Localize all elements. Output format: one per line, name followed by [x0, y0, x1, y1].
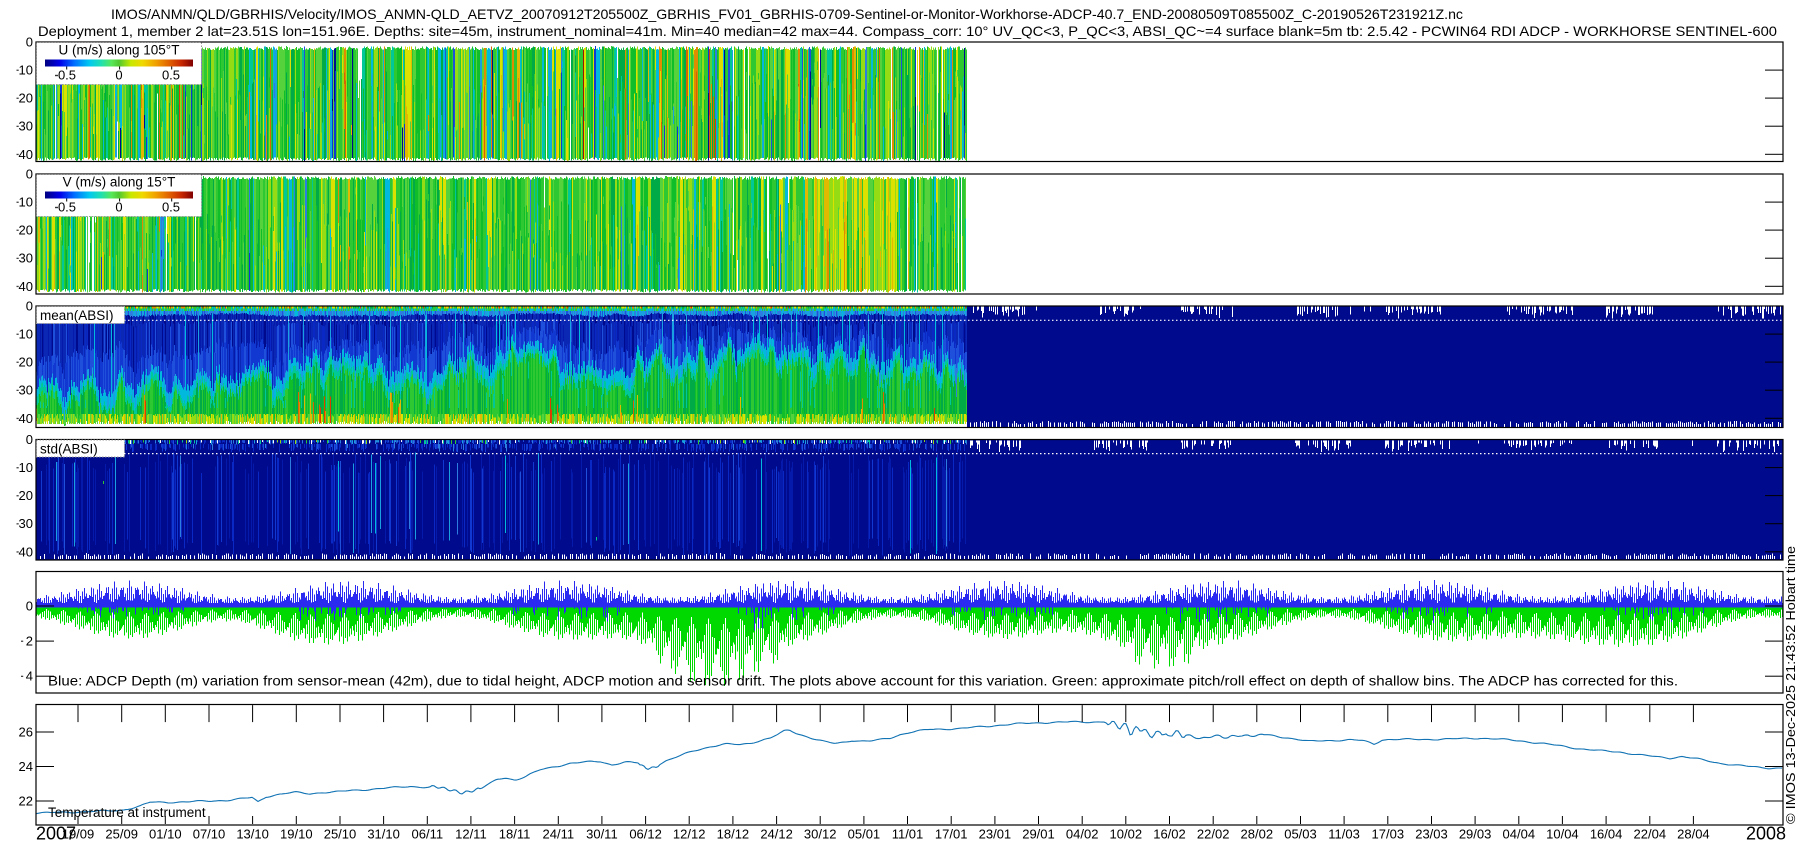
- svg-text:19/10: 19/10: [280, 827, 313, 842]
- svg-text:Temperature at instrument: Temperature at instrument: [48, 805, 206, 820]
- svg-text:0: 0: [115, 200, 122, 215]
- svg-text:10: 10: [19, 195, 33, 210]
- svg-text:IMOS/ANMN/QLD/GBRHIS/Velocity/: IMOS/ANMN/QLD/GBRHIS/Velocity/IMOS_ANMN-…: [111, 6, 1463, 22]
- svg-text:22/02: 22/02: [1197, 827, 1230, 842]
- svg-text:30/11: 30/11: [586, 827, 618, 842]
- svg-text:29/03: 29/03: [1459, 827, 1492, 842]
- svg-text:25/10: 25/10: [324, 827, 357, 842]
- svg-text:18/11: 18/11: [499, 827, 531, 842]
- svg-text:05/03: 05/03: [1284, 827, 1317, 842]
- svg-text:40: 40: [19, 147, 33, 162]
- svg-text:23/03: 23/03: [1415, 827, 1448, 842]
- svg-text:26: 26: [19, 725, 33, 740]
- svg-text:12/11: 12/11: [455, 827, 487, 842]
- svg-text:30/12: 30/12: [804, 827, 837, 842]
- svg-text:10: 10: [19, 63, 33, 78]
- svg-text:0: 0: [26, 599, 33, 614]
- svg-text:24: 24: [19, 759, 33, 774]
- svg-text:24/12: 24/12: [760, 827, 793, 842]
- svg-text:40: 40: [19, 544, 33, 559]
- svg-text:31/10: 31/10: [367, 827, 400, 842]
- svg-text:mean(ABSI): mean(ABSI): [40, 308, 114, 323]
- svg-text:16/02: 16/02: [1153, 827, 1186, 842]
- svg-text:0: 0: [26, 432, 33, 447]
- svg-text:06/12: 06/12: [629, 827, 662, 842]
- svg-text:12/12: 12/12: [673, 827, 706, 842]
- svg-text:0: 0: [26, 35, 33, 50]
- svg-text:Deployment 1, member 2 lat=23.: Deployment 1, member 2 lat=23.51S lon=15…: [38, 23, 1777, 39]
- svg-text:© IMOS 13-Dec-2025 21:43:52 Ho: © IMOS 13-Dec-2025 21:43:52 Hobart time: [1783, 546, 1798, 824]
- svg-text:2008: 2008: [1746, 824, 1786, 844]
- svg-text:4: 4: [26, 669, 33, 684]
- svg-text:20: 20: [19, 91, 33, 106]
- svg-text:30: 30: [19, 383, 33, 398]
- svg-text:std(ABSI): std(ABSI): [40, 442, 98, 457]
- svg-text:20: 20: [19, 223, 33, 238]
- svg-text:20: 20: [19, 488, 33, 503]
- svg-text:25/09: 25/09: [105, 827, 138, 842]
- svg-text:28/02: 28/02: [1241, 827, 1274, 842]
- svg-text:22: 22: [19, 794, 33, 809]
- svg-text:11/01: 11/01: [892, 827, 924, 842]
- svg-text:10/02: 10/02: [1110, 827, 1143, 842]
- svg-text:U (m/s) along 105°T: U (m/s) along 105°T: [59, 43, 180, 58]
- svg-text:23/01: 23/01: [979, 827, 1012, 842]
- svg-text:40: 40: [19, 279, 33, 294]
- svg-text:24/11: 24/11: [543, 827, 575, 842]
- svg-text:28/04: 28/04: [1677, 827, 1710, 842]
- svg-text:10: 10: [19, 327, 33, 342]
- svg-text:10: 10: [19, 460, 33, 475]
- svg-text:0.5: 0.5: [162, 68, 180, 83]
- svg-text:17/03: 17/03: [1372, 827, 1405, 842]
- svg-text:0.5: 0.5: [58, 68, 76, 83]
- svg-text:0: 0: [115, 68, 122, 83]
- svg-text:30: 30: [19, 516, 33, 531]
- svg-text:05/01: 05/01: [848, 827, 881, 842]
- svg-text:04/02: 04/02: [1066, 827, 1099, 842]
- svg-text:Blue: ADCP Depth (m) variation: Blue: ADCP Depth (m) variation from sens…: [48, 674, 1678, 689]
- svg-text:22/04: 22/04: [1634, 827, 1667, 842]
- svg-text:0: 0: [26, 167, 33, 182]
- svg-text:30: 30: [19, 119, 33, 134]
- svg-text:40: 40: [19, 411, 33, 426]
- svg-text:0: 0: [26, 299, 33, 314]
- svg-text:30: 30: [19, 251, 33, 266]
- svg-text:0.5: 0.5: [58, 200, 76, 215]
- svg-text:2: 2: [26, 634, 33, 649]
- svg-text:11/03: 11/03: [1328, 827, 1360, 842]
- svg-text:10/04: 10/04: [1546, 827, 1579, 842]
- svg-text:13/10: 13/10: [236, 827, 269, 842]
- svg-text:18/12: 18/12: [717, 827, 750, 842]
- svg-text:07/10: 07/10: [193, 827, 226, 842]
- svg-text:29/01: 29/01: [1022, 827, 1055, 842]
- svg-text:06/11: 06/11: [412, 827, 444, 842]
- svg-text:04/04: 04/04: [1503, 827, 1536, 842]
- svg-text:01/10: 01/10: [149, 827, 182, 842]
- svg-text:V (m/s) along 15°T: V (m/s) along 15°T: [63, 175, 176, 190]
- svg-text:17/01: 17/01: [935, 827, 968, 842]
- svg-text:0.5: 0.5: [162, 200, 180, 215]
- svg-text:2007: 2007: [36, 824, 76, 844]
- svg-text:16/04: 16/04: [1590, 827, 1623, 842]
- svg-text:20: 20: [19, 355, 33, 370]
